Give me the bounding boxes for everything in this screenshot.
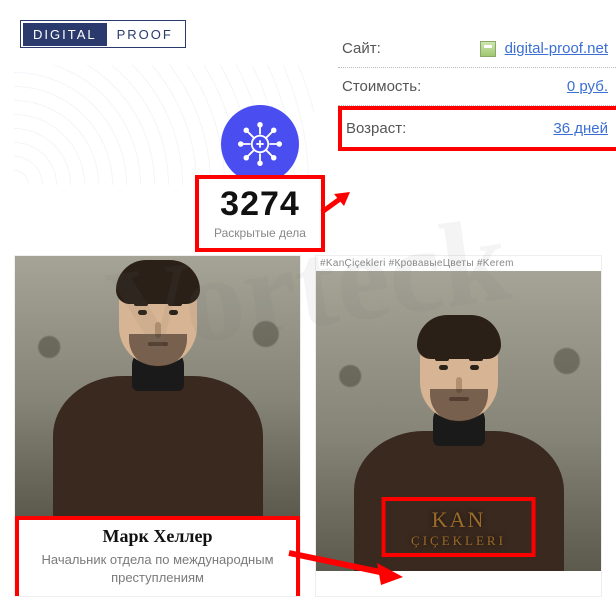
- info-label: Стоимость:: [342, 78, 421, 95]
- page-icon: [480, 41, 496, 57]
- info-row-age: Возраст: 36 дней: [338, 106, 616, 151]
- logo-part-left: DIGITAL: [23, 23, 107, 46]
- caption-highlight-box: Марк Хеллер Начальник отдела по междунар…: [15, 516, 300, 596]
- cost-link[interactable]: 0 руб.: [567, 78, 608, 95]
- info-label: Возраст:: [346, 120, 406, 137]
- info-label: Сайт:: [342, 40, 381, 57]
- info-row-site: Сайт: digital-proof.net: [338, 30, 616, 68]
- age-link[interactable]: 36 дней: [553, 120, 608, 137]
- annotation-arrow-icon: [320, 190, 350, 220]
- source-photo: KAN ÇIÇEKLERI: [316, 271, 601, 571]
- logo-part-right: PROOF: [107, 23, 183, 46]
- stat-highlight-box: 3274 Раскрытые дела: [195, 175, 325, 252]
- stat-label: Раскрытые дела: [211, 226, 309, 240]
- profile-name: Марк Хеллер: [27, 526, 288, 547]
- hashtags: #KanÇiçekleri #КровавыеЦветы #Kerem: [316, 256, 601, 271]
- profile-card-left: Марк Хеллер Начальник отдела по междунар…: [14, 255, 301, 597]
- stat-block: 3274 Раскрытые дела: [195, 105, 325, 252]
- brand-logo: DIGITAL PROOF: [20, 20, 186, 48]
- profile-role: Начальник отдела по международным престу…: [27, 551, 288, 586]
- site-link[interactable]: digital-proof.net: [505, 40, 608, 57]
- annotation-arrow-icon: [285, 545, 405, 585]
- show-title-line2: ÇIÇEKLERI: [411, 533, 506, 549]
- stat-number: 3274: [211, 185, 309, 224]
- virus-icon: [221, 105, 299, 183]
- profile-photo: [15, 256, 300, 516]
- show-title-line1: KAN: [411, 507, 506, 533]
- info-row-cost: Стоимость: 0 руб.: [338, 68, 616, 106]
- info-table: Сайт: digital-proof.net Стоимость: 0 руб…: [338, 30, 616, 151]
